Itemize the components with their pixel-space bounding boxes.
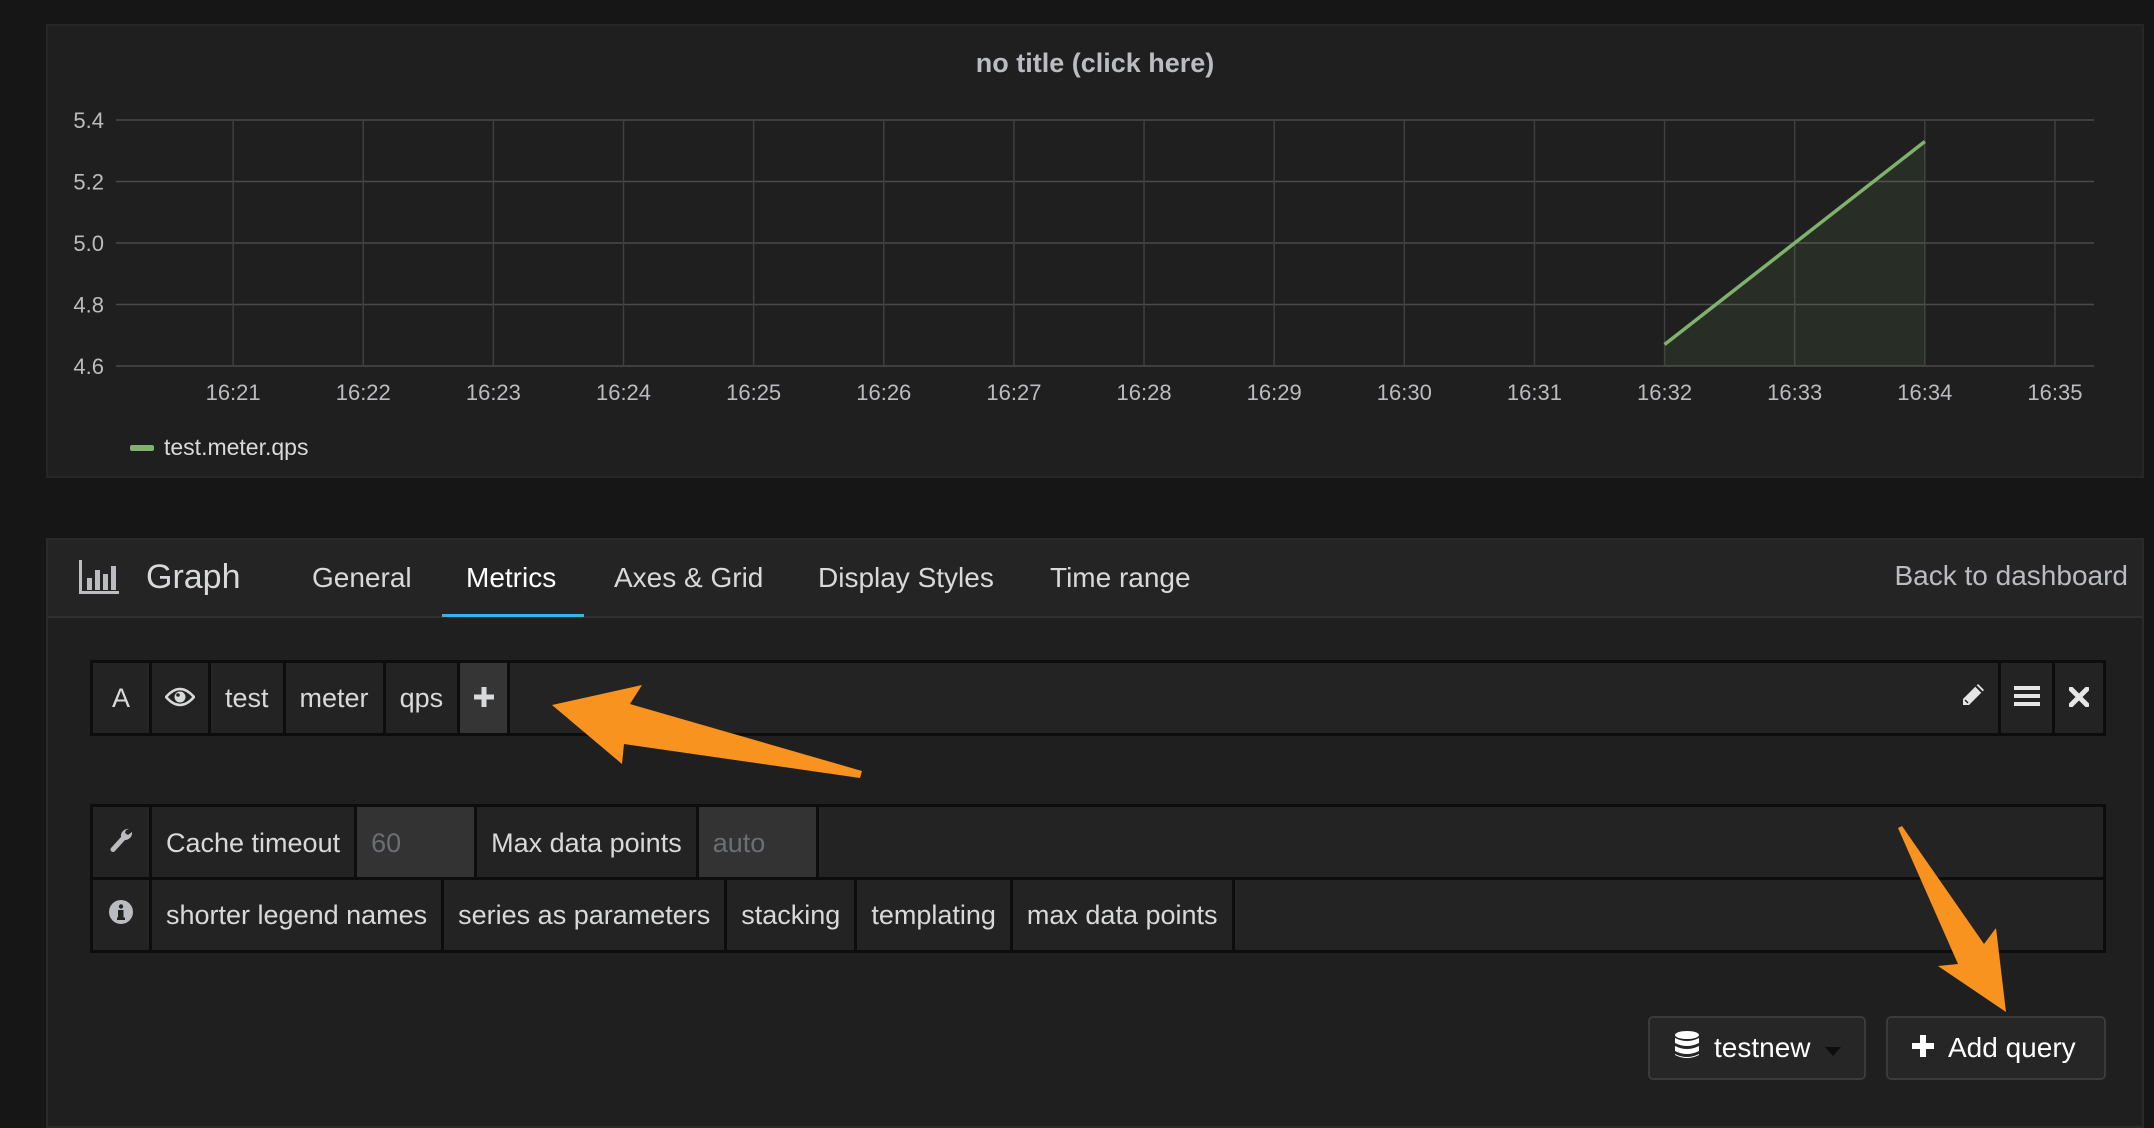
tab-time-range[interactable]: Time range xyxy=(1050,562,1191,594)
help-link-templating[interactable]: templating xyxy=(857,880,1013,950)
x-tick-label: 16:23 xyxy=(466,380,521,405)
x-tick-label: 16:32 xyxy=(1637,380,1692,405)
tab-display-styles[interactable]: Display Styles xyxy=(818,562,994,594)
plus-icon xyxy=(1912,1032,1934,1064)
legend: test.meter.qps xyxy=(130,434,308,461)
pencil-icon xyxy=(1960,682,1986,715)
bar-chart-icon xyxy=(78,560,120,599)
help-link-series-as-parameters[interactable]: series as parameters xyxy=(444,880,728,950)
max-data-points-input[interactable]: auto xyxy=(698,807,819,880)
query-row-spacer xyxy=(510,663,1947,733)
query-segment[interactable]: qps xyxy=(386,663,461,733)
query-row: A test meter qps xyxy=(90,660,2106,736)
panel-type-title: Graph xyxy=(146,558,241,596)
query-options-row: Cache timeout 60 Max data points auto xyxy=(90,804,2106,880)
x-tick-label: 16:26 xyxy=(856,380,911,405)
chart: 5.4 5.2 5.0 4.8 4.6 16:21 16:22 16:23 16:24 16:25… xyxy=(73,108,2094,405)
x-tick-label: 16:33 xyxy=(1767,380,1822,405)
tab-axes-grid[interactable]: Axes & Grid xyxy=(614,562,763,594)
options-row-spacer xyxy=(819,807,2103,880)
plus-icon xyxy=(473,683,494,714)
active-tab-indicator xyxy=(442,614,584,617)
query-menu-button[interactable] xyxy=(2001,663,2055,733)
query-segment[interactable]: test xyxy=(211,663,286,733)
database-icon xyxy=(1674,1030,1700,1066)
help-row-spacer xyxy=(1235,880,2103,950)
help-link-stacking[interactable]: stacking xyxy=(727,880,858,950)
query-segment[interactable]: meter xyxy=(286,663,386,733)
x-tick-label: 16:22 xyxy=(336,380,391,405)
x-tick-label: 16:31 xyxy=(1507,380,1562,405)
tab-metrics[interactable]: Metrics xyxy=(466,562,556,594)
x-tick-label: 16:29 xyxy=(1247,380,1302,405)
y-tick-label: 5.4 xyxy=(73,108,104,133)
x-tick-label: 16:35 xyxy=(2027,380,2082,405)
x-tick-label: 16:34 xyxy=(1897,380,1952,405)
datasource-name: testnew xyxy=(1714,1032,1811,1063)
y-tick-label: 5.2 xyxy=(73,170,104,195)
info-icon xyxy=(109,899,133,931)
graph-panel: no title (click here) 5.4 5.2 5.0 4.8 4.6 16:… xyxy=(46,24,2144,478)
x-tick-label: 16:30 xyxy=(1377,380,1432,405)
caret-down-icon xyxy=(1824,1032,1841,1064)
editor-header: Graph General Metrics Axes & Grid Displa… xyxy=(48,540,2142,618)
max-data-points-label: Max data points xyxy=(477,807,699,880)
y-tick-label: 5.0 xyxy=(73,231,104,256)
wrench-icon-cell xyxy=(93,807,152,880)
y-tick-label: 4.6 xyxy=(73,354,104,379)
cache-timeout-input[interactable]: 60 xyxy=(357,807,478,880)
legend-swatch xyxy=(130,444,154,451)
info-icon-cell xyxy=(93,880,152,950)
add-query-button[interactable]: Add query xyxy=(1886,1016,2106,1080)
add-query-label: Add query xyxy=(1948,1032,2076,1063)
panel-editor: Graph General Metrics Axes & Grid Displa… xyxy=(46,538,2144,1128)
x-tick-label: 16:27 xyxy=(986,380,1041,405)
help-link-shorter-legend-names[interactable]: shorter legend names xyxy=(152,880,445,950)
legend-label[interactable]: test.meter.qps xyxy=(164,434,308,461)
x-tick-label: 16:28 xyxy=(1117,380,1172,405)
toggle-visibility-button[interactable] xyxy=(152,663,211,733)
help-link-max-data-points[interactable]: max data points xyxy=(1013,880,1235,950)
remove-query-button[interactable] xyxy=(2055,663,2103,733)
back-to-dashboard-link[interactable]: Back to dashboard xyxy=(1895,560,2129,592)
datasource-select[interactable]: testnew xyxy=(1648,1016,1866,1080)
eye-icon xyxy=(164,683,196,714)
y-tick-label: 4.8 xyxy=(73,293,104,318)
x-tick-label: 16:24 xyxy=(596,380,651,405)
close-icon xyxy=(2068,683,2090,714)
edit-query-button[interactable] xyxy=(1947,663,2001,733)
query-ref-id[interactable]: A xyxy=(93,663,152,733)
tab-general[interactable]: General xyxy=(312,562,412,594)
x-tick-label: 16:25 xyxy=(726,380,781,405)
x-tick-label: 16:21 xyxy=(206,380,261,405)
help-links-row: shorter legend names series as parameter… xyxy=(90,877,2106,953)
hamburger-menu-icon xyxy=(2013,683,2040,714)
wrench-icon xyxy=(109,827,133,860)
add-segment-button[interactable] xyxy=(460,663,511,733)
cache-timeout-label: Cache timeout xyxy=(152,807,358,880)
